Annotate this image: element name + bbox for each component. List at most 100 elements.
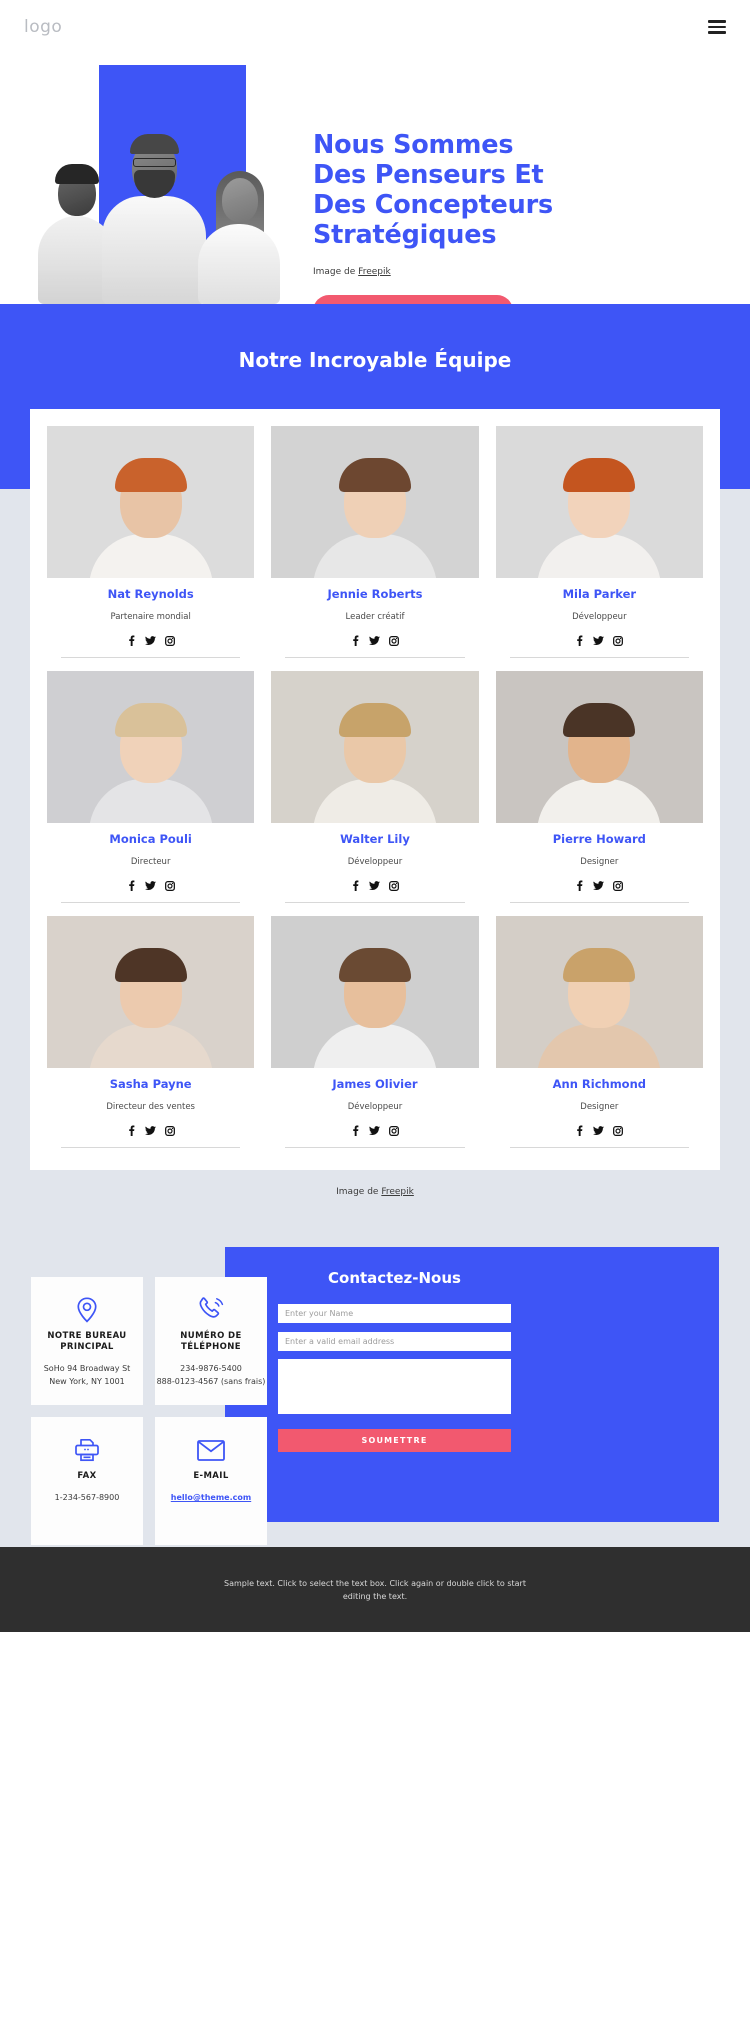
envelope-icon [197,1435,225,1465]
twitter-icon[interactable] [368,1125,380,1136]
contact-info-card: NOTRE BUREAU PRINCIPAL SoHo 94 Broadway S… [31,1277,143,1405]
message-textarea[interactable] [278,1359,511,1414]
hamburger-bar [708,20,726,23]
member-divider [509,657,689,658]
instagram-icon[interactable] [613,635,624,646]
team-member-card: Monica Pouli Directeur [47,671,255,903]
member-divider [285,1147,465,1148]
site-header: logo [0,0,750,54]
member-divider [509,1147,689,1148]
facebook-icon[interactable] [127,1125,136,1136]
info-line: 234-9876-5400 [180,1364,242,1373]
facebook-icon[interactable] [575,635,584,646]
footer-text: Sample text. Click to select the text bo… [224,1578,526,1601]
twitter-icon[interactable] [144,1125,156,1136]
member-role: Designer [580,1102,619,1112]
instagram-icon[interactable] [613,880,624,891]
email-input[interactable] [278,1332,511,1351]
member-name: Jennie Roberts [327,587,423,601]
contact-info-card: NUMÉRO DE TÉLÉPHONE 234-9876-5400 888-0123… [155,1277,267,1405]
info-card-title: E-MAIL [193,1471,229,1481]
contact-info-grid: NOTRE BUREAU PRINCIPAL SoHo 94 Broadway S… [31,1277,267,1545]
member-photo [271,426,479,578]
facebook-icon[interactable] [575,1125,584,1136]
member-role: Directeur des ventes [106,1102,195,1112]
twitter-icon[interactable] [593,635,605,646]
person-beard [134,170,175,198]
facebook-icon[interactable] [127,635,136,646]
member-social-links [47,1125,254,1136]
logo[interactable]: logo [24,17,62,37]
twitter-icon[interactable] [144,635,156,646]
hero-title-line: Des Penseurs Et [313,160,544,190]
contact-info-card: FAX 1-234-567-8900 [31,1417,143,1545]
member-divider [61,902,241,903]
member-social-links [496,635,703,646]
twitter-icon[interactable] [368,880,380,891]
facebook-icon[interactable] [351,880,360,891]
hero-text-block: Nous Sommes Des Penseurs Et Des Concepte… [313,130,733,304]
member-divider [285,902,465,903]
member-name: Pierre Howard [552,832,646,846]
hero-section: Nous Sommes Des Penseurs Et Des Concepte… [0,54,750,304]
member-social-links [47,880,254,891]
contact-form-title: Contactez-Nous [328,1269,461,1287]
member-name: Mila Parker [562,587,637,601]
freepik-link[interactable]: Freepik [358,267,391,277]
instagram-icon[interactable] [389,880,399,891]
member-divider [285,657,465,658]
contact-form: Contactez-Nous SOUMETTRE [278,1269,511,1452]
team-member-card: Nat Reynolds Partenaire mondial [47,426,255,658]
instagram-icon[interactable] [164,635,175,646]
member-photo [271,916,479,1068]
facebook-icon[interactable] [127,880,136,891]
hero-person-center [102,132,206,304]
twitter-icon[interactable] [593,1125,605,1136]
glasses-icon [133,158,176,167]
member-name: Walter Lily [340,832,410,846]
hero-title-line: Des Concepteurs [313,190,553,220]
info-card-title: FAX [77,1471,97,1481]
member-role: Partenaire mondial [110,612,191,622]
twitter-icon[interactable] [593,880,605,891]
learn-more-button[interactable]: APPRENDRE ENCORE PLUS [313,295,514,304]
instagram-icon[interactable] [613,1125,624,1136]
info-line: 1-234-567-8900 [54,1493,120,1502]
hero-person-right [198,170,280,304]
member-role: Leader créatif [345,612,405,622]
team-member-card: Walter Lily Développeur [271,671,479,903]
instagram-icon[interactable] [164,1125,175,1136]
info-card-lines: hello@theme.com [171,1491,251,1504]
member-social-links [496,1125,703,1136]
name-input[interactable] [278,1304,511,1323]
twitter-icon[interactable] [144,880,156,891]
email-link[interactable]: hello@theme.com [171,1493,251,1502]
team-member-card: Jennie Roberts Leader créatif [271,426,479,658]
member-name: Monica Pouli [109,832,192,846]
member-role: Directeur [130,857,171,867]
facebook-icon[interactable] [575,880,584,891]
freepik-link[interactable]: Freepik [381,1187,414,1197]
facebook-icon[interactable] [351,1125,360,1136]
instagram-icon[interactable] [389,635,399,646]
twitter-icon[interactable] [368,635,380,646]
member-name: James Olivier [332,1077,418,1091]
hamburger-bar [708,25,726,29]
member-name: Ann Richmond [552,1077,647,1091]
credit-prefix: Image de [336,1187,382,1197]
member-social-links [271,635,478,646]
member-name: Sasha Payne [109,1077,192,1091]
info-line: New York, NY 1001 [49,1377,125,1386]
team-section: Notre Incroyable Équipe Nat Reynolds Part… [0,304,750,1197]
instagram-icon[interactable] [389,1125,399,1136]
hamburger-icon[interactable] [708,20,726,34]
credit-prefix: Image de [313,267,359,277]
facebook-icon[interactable] [351,635,360,646]
instagram-icon[interactable] [164,880,175,891]
team-member-card: Sasha Payne Directeur des ventes [47,916,255,1148]
submit-button[interactable]: SOUMETTRE [278,1429,511,1452]
info-line: SoHo 94 Broadway St [43,1364,131,1373]
person-head [222,178,258,222]
team-member-card: Pierre Howard Designer [495,671,703,903]
phone-icon [198,1295,224,1325]
